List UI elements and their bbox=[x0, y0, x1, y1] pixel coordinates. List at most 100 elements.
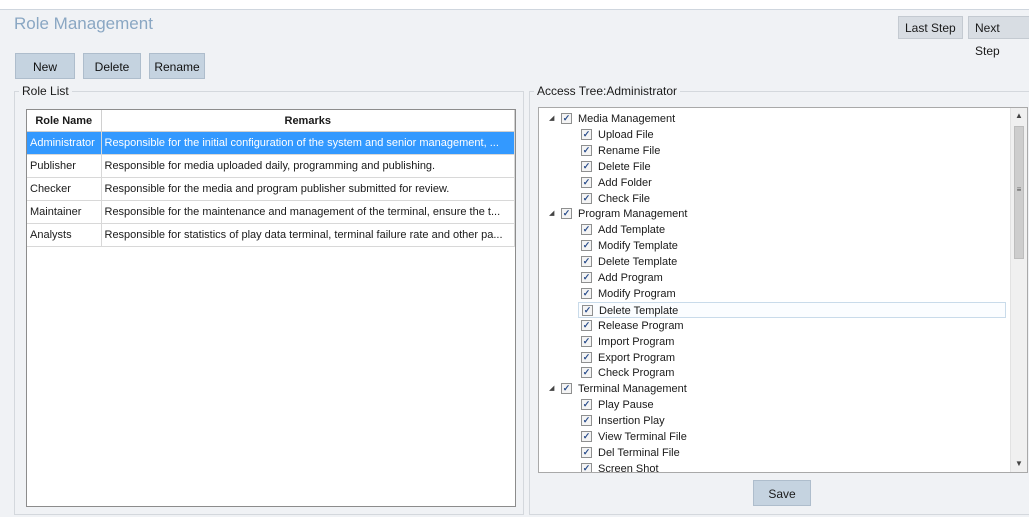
tree-permission-node[interactable]: ✓ Rename File bbox=[539, 143, 959, 159]
role-name-cell: Checker bbox=[27, 177, 102, 201]
permission-label: Export Program bbox=[598, 352, 676, 364]
role-name-cell: Maintainer bbox=[27, 200, 102, 224]
role-name-cell: Publisher bbox=[27, 154, 102, 178]
permission-label: Check File bbox=[598, 193, 650, 205]
group-checkbox[interactable]: ✓ bbox=[561, 113, 572, 124]
permission-label: Play Pause bbox=[598, 399, 654, 411]
tree-group-label: Terminal Management bbox=[578, 383, 687, 395]
permission-checkbox[interactable]: ✓ bbox=[581, 145, 592, 156]
save-button[interactable]: Save bbox=[753, 480, 811, 506]
tree-permission-node[interactable]: ✓ Upload File bbox=[539, 127, 959, 143]
tree-group-label: Media Management bbox=[578, 113, 676, 125]
tree-permission-node[interactable]: ✓ Add Folder bbox=[539, 175, 959, 191]
tree-permission-node[interactable]: ✓ Add Program bbox=[539, 270, 959, 286]
permission-label: Delete Template bbox=[598, 256, 678, 268]
group-checkbox[interactable]: ✓ bbox=[561, 208, 572, 219]
permission-checkbox[interactable]: ✓ bbox=[581, 161, 592, 172]
tree-permission-node[interactable]: ✓ Modify Template bbox=[539, 238, 959, 254]
permission-checkbox[interactable]: ✓ bbox=[581, 193, 592, 204]
permission-label: Delete Template bbox=[599, 305, 679, 317]
role-row[interactable]: Checker Responsible for the media and pro… bbox=[27, 177, 515, 201]
permission-checkbox[interactable]: ✓ bbox=[581, 463, 592, 472]
tree-permission-node[interactable]: ✓ Check File bbox=[539, 191, 959, 207]
tree-group-label: Program Management bbox=[578, 208, 688, 220]
role-remarks-cell: Responsible for statistics of play data … bbox=[101, 223, 515, 247]
last-step-button[interactable]: Last Step bbox=[898, 16, 963, 39]
permission-checkbox[interactable]: ✓ bbox=[581, 415, 592, 426]
tree-permission-node[interactable]: ✓ Delete Template bbox=[539, 254, 959, 270]
column-header-role-name[interactable]: Role Name bbox=[27, 110, 102, 132]
permission-label: Del Terminal File bbox=[598, 447, 680, 459]
role-remarks-cell: Responsible for media uploaded daily, pr… bbox=[101, 154, 515, 178]
permission-checkbox[interactable]: ✓ bbox=[581, 224, 592, 235]
permission-checkbox[interactable]: ✓ bbox=[581, 240, 592, 251]
permission-checkbox[interactable]: ✓ bbox=[581, 336, 592, 347]
permission-checkbox[interactable]: ✓ bbox=[581, 320, 592, 331]
scroll-up-arrow-icon[interactable]: ▲ bbox=[1011, 108, 1027, 124]
tree-permission-node[interactable]: ✓ Add Template bbox=[539, 222, 959, 238]
role-remarks-cell: Responsible for the maintenance and mana… bbox=[101, 200, 515, 224]
permission-label: Check Program bbox=[598, 367, 675, 379]
role-row[interactable]: Maintainer Responsible for the maintenanc… bbox=[27, 200, 515, 224]
role-row[interactable]: Publisher Responsible for media uploaded … bbox=[27, 154, 515, 178]
permission-checkbox[interactable]: ✓ bbox=[582, 305, 593, 316]
tree-permission-node[interactable]: ✓ Delete File bbox=[539, 159, 959, 175]
role-list-grid[interactable]: Role Name Remarks Administrator Responsib… bbox=[26, 109, 516, 507]
next-step-button[interactable]: Next Step bbox=[968, 16, 1029, 58]
permission-checkbox[interactable]: ✓ bbox=[581, 129, 592, 140]
permission-checkbox[interactable]: ✓ bbox=[581, 177, 592, 188]
page-title: Role Management bbox=[14, 14, 153, 33]
permission-checkbox[interactable]: ✓ bbox=[581, 447, 592, 458]
role-list-legend: Role List bbox=[22, 84, 69, 98]
tree-group-node[interactable]: ◢ ✓ Program Management bbox=[539, 206, 999, 222]
permission-label: Delete File bbox=[598, 161, 651, 173]
new-role-button[interactable]: New bbox=[15, 53, 75, 79]
permission-label: Modify Program bbox=[598, 288, 676, 300]
permission-label: Insertion Play bbox=[598, 415, 665, 427]
tree-permission-node[interactable]: ✓ Modify Program bbox=[539, 286, 959, 302]
tree-vertical-scrollbar[interactable]: ▲ ≡ ▼ bbox=[1010, 108, 1027, 472]
permission-checkbox[interactable]: ✓ bbox=[581, 367, 592, 378]
permission-label: Add Folder bbox=[598, 177, 652, 189]
permission-checkbox[interactable]: ✓ bbox=[581, 272, 592, 283]
tree-permission-node[interactable]: ✓ View Terminal File bbox=[539, 429, 959, 445]
tree-permission-node[interactable]: ✓ Delete Template bbox=[578, 302, 1006, 318]
column-header-remarks[interactable]: Remarks bbox=[101, 110, 515, 132]
permission-checkbox[interactable]: ✓ bbox=[581, 352, 592, 363]
tree-permission-node[interactable]: ✓ Export Program bbox=[539, 350, 959, 366]
role-row[interactable]: Analysts Responsible for statistics of pl… bbox=[27, 223, 515, 247]
permission-checkbox[interactable]: ✓ bbox=[581, 399, 592, 410]
access-tree-legend: Access Tree:Administrator bbox=[537, 84, 678, 98]
role-row[interactable]: Administrator Responsible for the initial… bbox=[27, 131, 515, 155]
permission-checkbox[interactable]: ✓ bbox=[581, 431, 592, 442]
tree-group-node[interactable]: ◢ ✓ Terminal Management bbox=[539, 381, 999, 397]
tree-permission-node[interactable]: ✓ Screen Shot bbox=[539, 461, 959, 473]
permission-label: Rename File bbox=[598, 145, 661, 157]
permission-label: Add Program bbox=[598, 272, 663, 284]
tree-permission-node[interactable]: ✓ Insertion Play bbox=[539, 413, 959, 429]
role-remarks-cell: Responsible for the initial configuratio… bbox=[101, 131, 515, 155]
access-tree[interactable]: ◢ ✓ Media Management ✓ Upload File ✓ Rename Fi… bbox=[538, 107, 1028, 473]
tree-permission-node[interactable]: ✓ Play Pause bbox=[539, 397, 959, 413]
permission-label: Screen Shot bbox=[598, 463, 659, 473]
permission-checkbox[interactable]: ✓ bbox=[581, 256, 592, 267]
tree-permission-node[interactable]: ✓ Import Program bbox=[539, 334, 959, 350]
permission-label: View Terminal File bbox=[598, 431, 687, 443]
expand-arrow-icon[interactable]: ◢ bbox=[549, 111, 557, 127]
expand-arrow-icon[interactable]: ◢ bbox=[549, 206, 557, 222]
expand-arrow-icon[interactable]: ◢ bbox=[549, 381, 557, 397]
permission-label: Import Program bbox=[598, 336, 675, 348]
group-checkbox[interactable]: ✓ bbox=[561, 383, 572, 394]
delete-role-button[interactable]: Delete bbox=[83, 53, 141, 79]
permission-label: Modify Template bbox=[598, 240, 678, 252]
tree-permission-node[interactable]: ✓ Check Program bbox=[539, 365, 959, 381]
permission-label: Upload File bbox=[598, 129, 654, 141]
role-name-cell: Analysts bbox=[27, 223, 102, 247]
tree-permission-node[interactable]: ✓ Del Terminal File bbox=[539, 445, 959, 461]
rename-role-button[interactable]: Rename bbox=[149, 53, 205, 79]
tree-permission-node[interactable]: ✓ Release Program bbox=[539, 318, 959, 334]
permission-checkbox[interactable]: ✓ bbox=[581, 288, 592, 299]
tree-group-node[interactable]: ◢ ✓ Media Management bbox=[539, 111, 999, 127]
permission-label: Release Program bbox=[598, 320, 684, 332]
scroll-down-arrow-icon[interactable]: ▼ bbox=[1011, 456, 1027, 472]
